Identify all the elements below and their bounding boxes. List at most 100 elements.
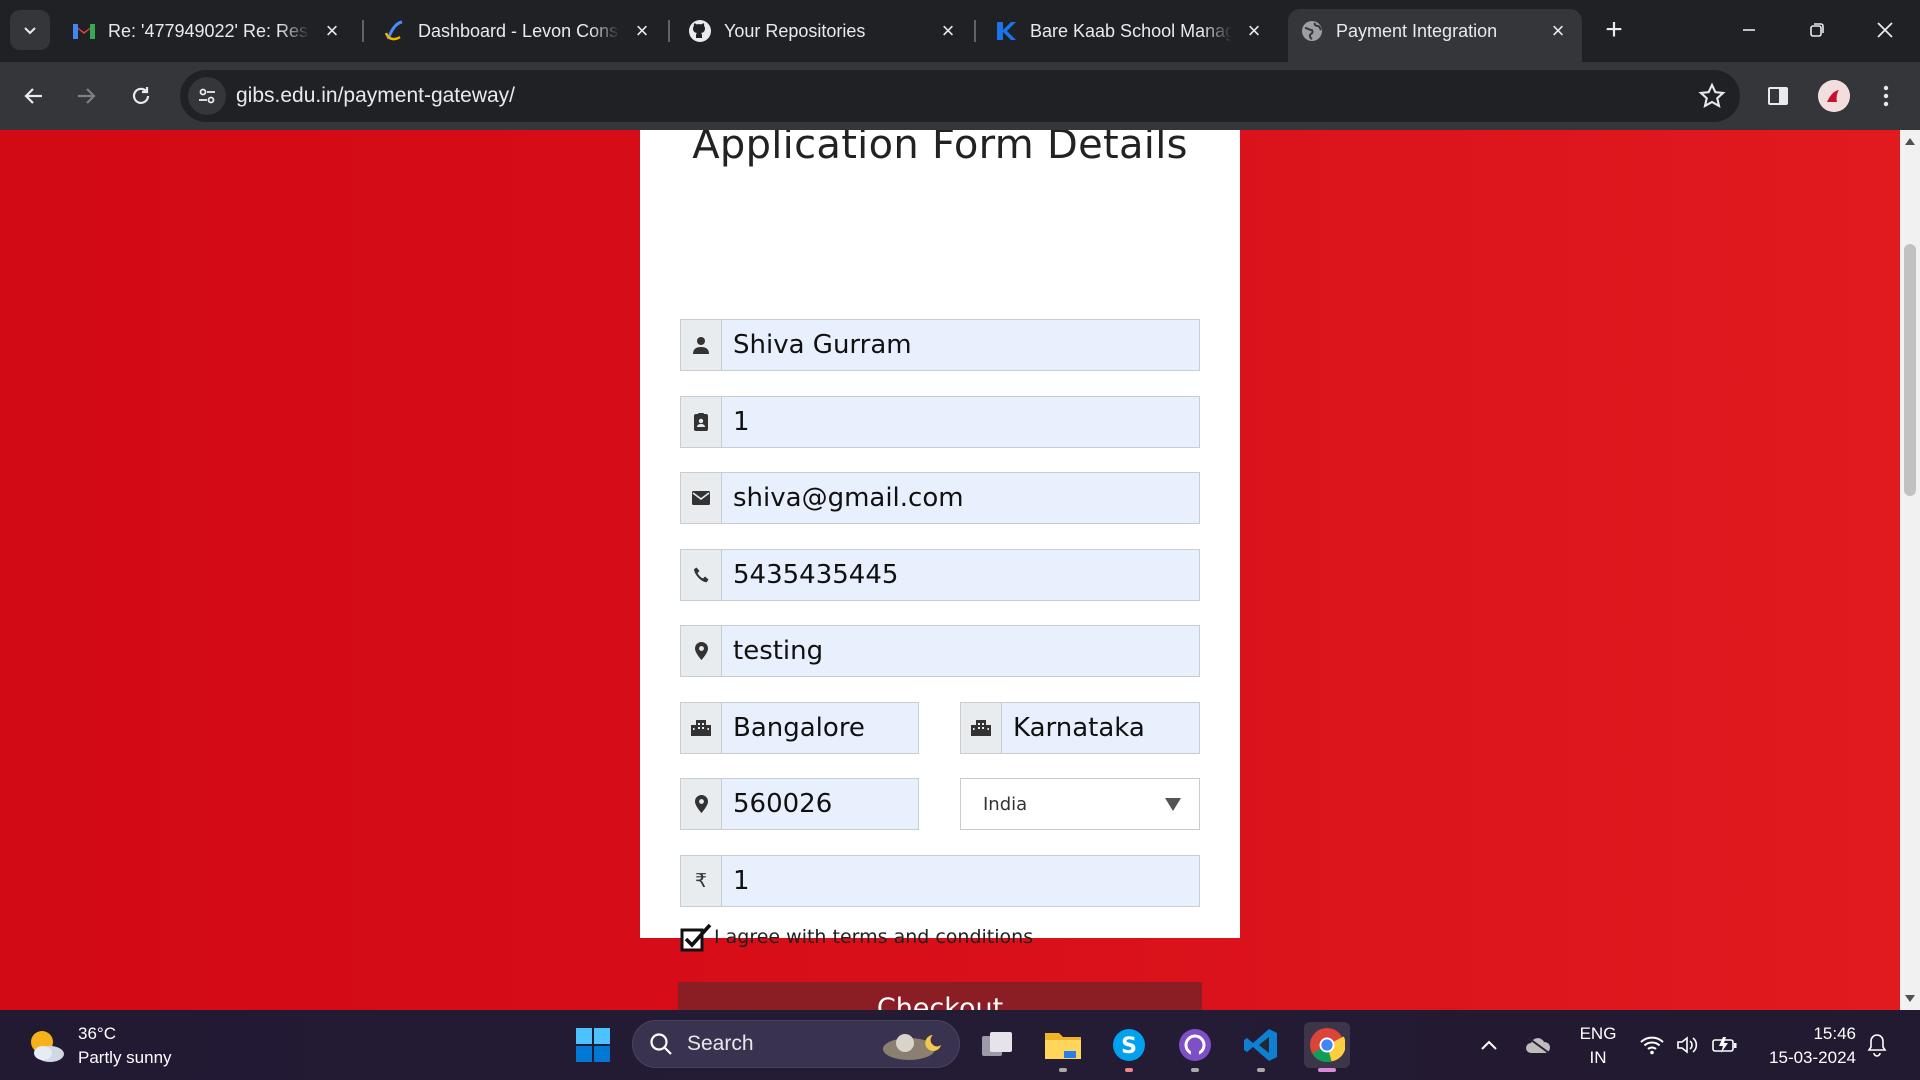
task-view-icon — [982, 1032, 1012, 1056]
close-icon[interactable]: × — [320, 18, 344, 43]
pincode-field[interactable]: 560026 — [680, 778, 919, 830]
state-field[interactable]: Karnataka — [960, 702, 1200, 754]
minimize-button[interactable] — [1726, 10, 1772, 50]
page-scrollbar[interactable] — [1900, 130, 1920, 1010]
battery-button[interactable] — [1712, 1010, 1738, 1080]
volume-button[interactable] — [1676, 1010, 1700, 1080]
chrome-button[interactable] — [1304, 1022, 1350, 1072]
tab-github[interactable]: Your Repositories × — [676, 9, 972, 53]
vscode-icon — [1244, 1029, 1277, 1061]
tab-levon[interactable]: Dashboard - Levon Consu × — [370, 9, 666, 53]
address-value[interactable]: testing — [722, 626, 1199, 676]
lang-line-1: ENG — [1579, 1024, 1617, 1043]
chrome-menu-button[interactable] — [1866, 76, 1906, 116]
address-bar[interactable]: gibs.edu.in/payment-gateway/ — [180, 70, 1740, 122]
taskbar-search[interactable]: Search — [632, 1020, 960, 1068]
forward-button[interactable] — [66, 76, 106, 116]
address-field[interactable]: testing — [680, 625, 1200, 677]
profile-avatar[interactable] — [1818, 80, 1850, 112]
side-panel-button[interactable] — [1758, 76, 1798, 116]
country-value: India — [983, 793, 1028, 815]
url-text[interactable]: gibs.edu.in/payment-gateway/ — [236, 84, 515, 108]
windows-logo-icon — [576, 1028, 610, 1062]
tab-strip: Re: '477949022' Re: Resha × Dashboard - … — [0, 0, 1920, 62]
scroll-down-arrow-icon[interactable] — [1905, 995, 1915, 1002]
scroll-up-arrow-icon[interactable] — [1905, 138, 1915, 145]
name-value[interactable]: Shiva Gurram — [722, 320, 1199, 370]
file-explorer-button[interactable] — [1040, 1022, 1086, 1072]
close-icon[interactable]: × — [630, 18, 654, 43]
scrollbar-thumb[interactable] — [1904, 244, 1916, 496]
tab-payment-integration[interactable]: Payment Integration × — [1288, 9, 1582, 62]
amount-value[interactable]: 1 — [722, 856, 1199, 906]
github-desktop-button[interactable] — [1172, 1022, 1218, 1072]
name-field[interactable]: Shiva Gurram — [680, 319, 1200, 371]
close-icon[interactable]: × — [1546, 18, 1570, 43]
more-vert-icon — [1883, 85, 1889, 107]
city-value[interactable]: Bangalore — [722, 703, 918, 753]
close-window-button[interactable] — [1862, 10, 1908, 50]
envelope-icon — [681, 473, 722, 523]
volume-icon — [1677, 1036, 1698, 1054]
reload-icon — [132, 87, 150, 104]
id-field[interactable]: 1 — [680, 396, 1200, 448]
site-info-button[interactable] — [188, 77, 226, 115]
tab-title: Your Repositories — [724, 20, 866, 41]
network-button[interactable] — [1640, 1010, 1664, 1080]
bookmark-star-icon[interactable] — [1698, 82, 1726, 110]
clock-time: 15:46 — [1813, 1024, 1856, 1043]
running-indicator — [1191, 1068, 1199, 1072]
map-marker-icon — [681, 779, 722, 829]
notifications-button[interactable] — [1866, 1010, 1888, 1080]
start-button[interactable] — [570, 1022, 616, 1068]
checkbox-checked-icon — [680, 923, 712, 952]
id-value[interactable]: 1 — [722, 397, 1199, 447]
restore-icon — [1810, 23, 1824, 37]
checkout-button[interactable]: Checkout — [678, 982, 1202, 1010]
close-icon[interactable]: × — [936, 18, 960, 43]
back-button[interactable] — [14, 76, 54, 116]
city-field[interactable]: Bangalore — [680, 702, 919, 754]
email-value[interactable]: shiva@gmail.com — [722, 473, 1199, 523]
new-tab-button[interactable]: + — [1596, 12, 1632, 48]
tune-icon — [199, 88, 215, 104]
onedrive-button[interactable] — [1524, 1010, 1552, 1080]
weather-temp: 36°C — [78, 1024, 116, 1043]
pincode-value[interactable]: 560026 — [722, 779, 918, 829]
vscode-button[interactable] — [1238, 1022, 1284, 1072]
task-view-button[interactable] — [974, 1022, 1020, 1068]
levon-icon — [382, 19, 406, 43]
restore-button[interactable] — [1794, 10, 1840, 50]
tab-search-button[interactable] — [10, 10, 50, 50]
partly-sunny-icon — [31, 1031, 64, 1062]
skype-button[interactable]: S — [1106, 1022, 1152, 1072]
show-hidden-icons-button[interactable] — [1480, 1010, 1498, 1080]
search-highlight-icon — [883, 1034, 941, 1060]
svg-text:S: S — [1121, 1034, 1137, 1059]
folder-icon — [1045, 1033, 1081, 1059]
close-icon[interactable]: × — [1242, 18, 1266, 43]
weather-widget[interactable]: 36°C Partly sunny — [26, 1022, 172, 1070]
country-select[interactable]: India — [960, 778, 1200, 830]
tab-kaab[interactable]: Bare Kaab School Manag × — [982, 9, 1278, 53]
state-value[interactable]: Karnataka — [1002, 703, 1199, 753]
terms-checkbox[interactable] — [680, 921, 712, 953]
building-icon — [681, 703, 722, 753]
caret-down-icon — [1165, 798, 1181, 811]
tab-gmail[interactable]: Re: '477949022' Re: Resha × — [60, 9, 356, 53]
form-heading: Application Form Details — [692, 130, 1188, 168]
amount-field[interactable]: ₹ 1 — [680, 855, 1200, 907]
reload-button[interactable] — [121, 76, 161, 116]
language-indicator[interactable]: ENG IN — [1576, 1022, 1620, 1070]
terms-agreement[interactable]: I agree with terms and conditions — [680, 921, 1033, 953]
rupee-icon: ₹ — [681, 856, 722, 906]
notification-bell-icon — [1867, 1034, 1887, 1057]
github-icon — [688, 19, 712, 43]
system-clock[interactable]: 15:46 15-03-2024 — [1760, 1022, 1856, 1070]
running-indicator — [1125, 1068, 1133, 1072]
phone-value[interactable]: 5435435445 — [722, 550, 1199, 600]
phone-field[interactable]: 5435435445 — [680, 549, 1200, 601]
close-icon — [1877, 22, 1893, 38]
side-panel-icon — [1768, 87, 1788, 105]
email-field[interactable]: shiva@gmail.com — [680, 472, 1200, 524]
